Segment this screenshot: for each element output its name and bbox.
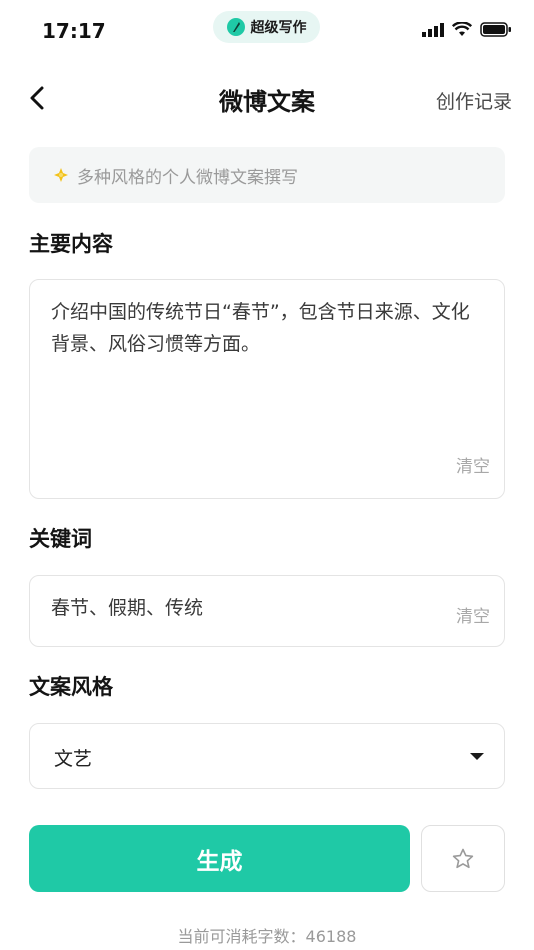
content-value: 介绍中国的传统节日“春节”，包含节日来源、文化背景、风俗习惯等方面。 xyxy=(51,301,470,355)
keywords-clear-button[interactable]: 清空 xyxy=(456,602,490,627)
notice-banner: 多种风格的个人微博文案撰写 xyxy=(29,147,505,203)
style-selected-value: 文艺 xyxy=(54,748,93,770)
style-select[interactable]: 文艺 xyxy=(29,723,505,789)
content-textarea[interactable]: 介绍中国的传统节日“春节”，包含节日来源、文化背景、风俗习惯等方面。 清空 xyxy=(29,279,505,499)
style-label: 文案风格 xyxy=(29,675,113,699)
app-name: 超级写作 xyxy=(250,20,307,36)
wifi-icon xyxy=(452,22,472,36)
keywords-input[interactable]: 春节、假期、传统 清空 xyxy=(29,575,505,647)
generate-button[interactable]: 生成 xyxy=(29,825,410,892)
nav-bar: 微博文案 创作记录 xyxy=(0,70,534,126)
status-time: 17:17 xyxy=(42,19,106,43)
battery-icon xyxy=(480,22,511,37)
remaining-chars-text: 当前可消耗字数：46188 xyxy=(177,927,357,946)
notice-text: 多种风格的个人微博文案撰写 xyxy=(77,167,298,188)
content-clear-button[interactable]: 清空 xyxy=(456,452,490,477)
signal-icon xyxy=(422,22,444,37)
dropdown-caret-icon xyxy=(470,753,484,760)
app-logo-icon xyxy=(226,18,245,36)
app-pill[interactable]: 超级写作 xyxy=(213,11,320,43)
sparkle-icon xyxy=(54,168,68,182)
history-link[interactable]: 创作记录 xyxy=(436,87,512,114)
keywords-value: 春节、假期、传统 xyxy=(51,597,204,619)
system-icons xyxy=(422,22,512,37)
keywords-label: 关键词 xyxy=(29,527,92,551)
star-icon xyxy=(452,848,474,868)
content-label: 主要内容 xyxy=(29,232,113,256)
status-bar: 17:17 超级写作 xyxy=(0,0,534,64)
favorite-button[interactable] xyxy=(421,825,505,892)
